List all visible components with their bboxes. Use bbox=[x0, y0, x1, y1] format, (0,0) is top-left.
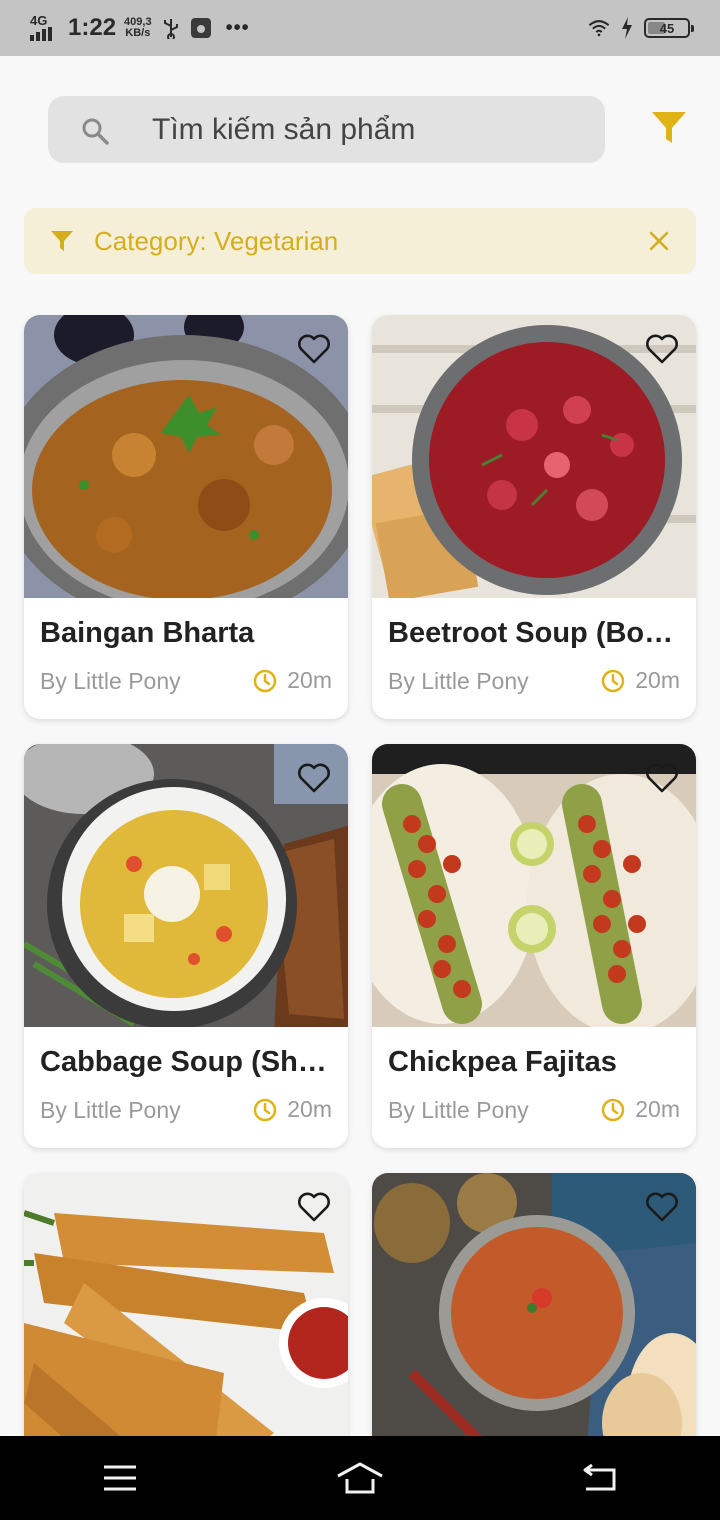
category-filter-chip: Category: Vegetarian bbox=[24, 208, 696, 274]
heart-icon bbox=[298, 763, 330, 793]
recipe-title: Beetroot Soup (Borscht) bbox=[388, 617, 682, 649]
usb-icon bbox=[160, 17, 182, 39]
signal-icon: 4G bbox=[30, 13, 58, 41]
network-speed: 409,3 KB/s bbox=[124, 17, 152, 39]
recipe-time: 20m bbox=[253, 1096, 332, 1123]
network-type: 4G bbox=[30, 13, 48, 28]
heart-icon bbox=[646, 1192, 678, 1222]
home-icon bbox=[337, 1462, 383, 1494]
clock-icon bbox=[602, 669, 625, 692]
recipe-time: 20m bbox=[601, 667, 680, 694]
speed-unit: KB/s bbox=[125, 27, 151, 39]
search-icon bbox=[80, 116, 110, 146]
recipe-title: Baingan Bharta bbox=[40, 617, 255, 649]
home-button[interactable] bbox=[330, 1453, 390, 1503]
heart-icon bbox=[646, 334, 678, 364]
category-label: Category: Vegetarian bbox=[94, 225, 339, 256]
heart-icon bbox=[298, 334, 330, 364]
favorite-button[interactable] bbox=[644, 1189, 680, 1225]
recipe-card[interactable]: Baingan Bharta By Little Pony 20m bbox=[24, 315, 348, 719]
clock-icon bbox=[254, 1098, 277, 1121]
recipe-title: Cabbage Soup (Shchi) bbox=[40, 1046, 334, 1078]
more-notifications-icon: ••• bbox=[225, 16, 250, 39]
favorite-button[interactable] bbox=[296, 1189, 332, 1225]
recipe-author: By Little Pony bbox=[40, 668, 181, 694]
recipe-time-value: 20m bbox=[287, 667, 332, 693]
recipe-author: By Little Pony bbox=[40, 1097, 181, 1123]
recipe-time-value: 20m bbox=[635, 1096, 680, 1122]
battery-icon: 45 bbox=[644, 18, 694, 38]
recipe-card[interactable]: Chickpea Fajitas By Little Pony 20m bbox=[372, 744, 696, 1148]
search-input[interactable]: Tìm kiếm sản phẩm bbox=[152, 113, 415, 147]
recipe-time-value: 20m bbox=[635, 667, 680, 693]
menu-button[interactable] bbox=[90, 1453, 150, 1503]
recipe-title: Chickpea Fajitas bbox=[388, 1046, 617, 1078]
recipe-time: 20m bbox=[601, 1096, 680, 1123]
wifi-icon bbox=[588, 17, 610, 39]
heart-icon bbox=[298, 1192, 330, 1222]
favorite-button[interactable] bbox=[296, 331, 332, 367]
system-navigation-bar bbox=[0, 1436, 720, 1520]
back-button[interactable] bbox=[570, 1453, 630, 1503]
menu-icon bbox=[104, 1465, 136, 1491]
recipe-card[interactable]: Beetroot Soup (Borscht) By Little Pony 2… bbox=[372, 315, 696, 719]
clock-icon bbox=[602, 1098, 625, 1121]
battery-level: 45 bbox=[659, 20, 675, 36]
status-bar: 4G 1:22 409,3 KB/s ••• 45 bbox=[0, 0, 720, 56]
close-icon[interactable] bbox=[648, 230, 670, 252]
recipe-card[interactable]: Cabbage Soup (Shchi) By Little Pony 20m bbox=[24, 744, 348, 1148]
charging-icon bbox=[616, 17, 638, 39]
clock: 1:22 bbox=[68, 14, 117, 41]
filter-icon bbox=[650, 109, 688, 152]
favorite-button[interactable] bbox=[644, 760, 680, 796]
filter-icon bbox=[50, 230, 74, 252]
recipe-time: 20m bbox=[253, 667, 332, 694]
favorite-button[interactable] bbox=[644, 331, 680, 367]
back-icon bbox=[583, 1463, 616, 1491]
recipe-author: By Little Pony bbox=[388, 668, 529, 694]
search-bar[interactable]: Tìm kiếm sản phẩm bbox=[48, 96, 605, 163]
clock-icon bbox=[254, 669, 277, 692]
recipe-author: By Little Pony bbox=[388, 1097, 529, 1123]
app-notification-icon bbox=[190, 17, 212, 39]
recipe-time-value: 20m bbox=[287, 1096, 332, 1122]
filter-button[interactable] bbox=[648, 108, 690, 152]
favorite-button[interactable] bbox=[296, 760, 332, 796]
heart-icon bbox=[646, 763, 678, 793]
